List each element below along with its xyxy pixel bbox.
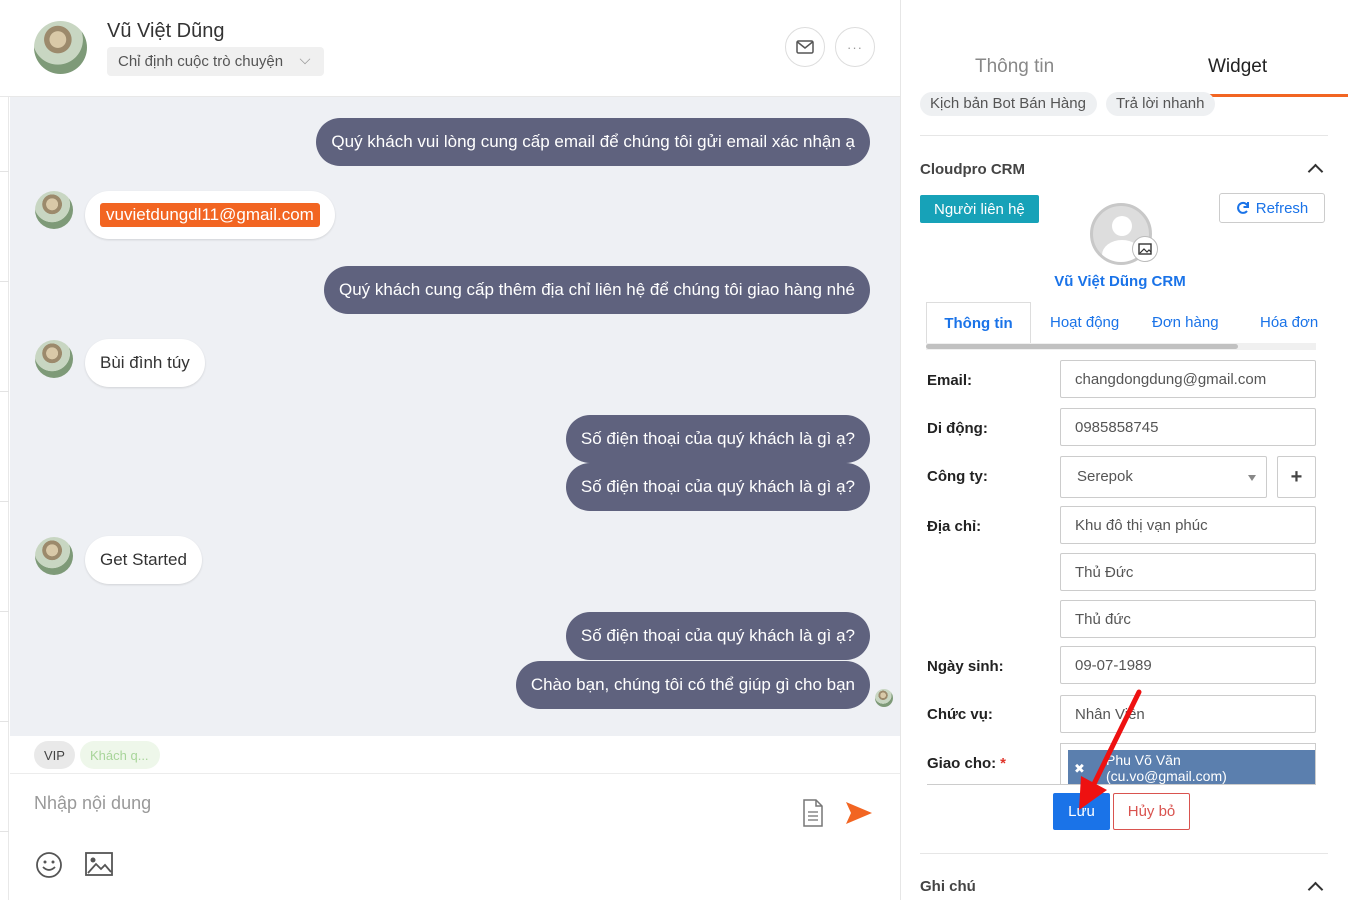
position-label: Chức vụ: (927, 706, 993, 723)
image-icon[interactable] (85, 852, 113, 881)
position-field[interactable]: Nhân Viên (1060, 695, 1316, 733)
chip-bot-script[interactable]: Kịch bản Bot Bán Hàng (920, 92, 1097, 116)
assignee-email: (cu.vo@gmail.com) (1106, 768, 1227, 784)
contact-name: Vũ Việt Dũng (107, 20, 225, 42)
email-highlight[interactable]: vuvietdungdl11@gmail.com (100, 203, 320, 227)
message-outgoing: Số điện thoại của quý khách là gì ạ? (565, 463, 870, 511)
camera-icon[interactable] (1132, 236, 1158, 262)
panel-tabs: Thông tin Widget (901, 0, 1348, 97)
crm-widget: Người liên hệ Refresh Vũ Việt Dũng CRM T… (920, 193, 1330, 846)
emoji-icon[interactable] (35, 851, 63, 884)
email-label: Email: (927, 372, 973, 389)
message-outgoing: Quý khách cung cấp thêm địa chỉ liên hệ … (323, 266, 870, 314)
right-panel: Thông tin Widget Kịch bản Bot Bán Hàng T… (901, 0, 1348, 900)
chip-quick-reply[interactable]: Trả lời nhanh (1106, 92, 1215, 116)
mobile-label: Di động: (927, 420, 988, 437)
address-line3-field[interactable]: Thủ đức (1060, 600, 1316, 638)
company-value: Serepok (1077, 468, 1133, 485)
email-button[interactable] (785, 27, 825, 67)
company-label: Công ty: (927, 468, 988, 485)
message-composer (10, 775, 900, 900)
document-icon[interactable] (802, 799, 824, 832)
crm-tab-invoices[interactable]: Hóa đơn (1260, 302, 1318, 344)
divider (927, 784, 1316, 785)
company-select[interactable]: Serepok (1060, 456, 1267, 498)
crm-tabs-scrollbar[interactable] (926, 343, 1316, 350)
message-incoming: Get Started (85, 536, 202, 584)
more-options-button[interactable]: ··· (835, 27, 875, 67)
chevron-up-icon[interactable] (1307, 163, 1324, 180)
more-dots-icon: ··· (847, 39, 863, 55)
mobile-field[interactable]: 0985858745 (1060, 408, 1316, 446)
message-list[interactable]: Quý khách vui lòng cung cấp email để chú… (10, 97, 900, 736)
assignee-chip[interactable]: ✖ Phu Võ Văn (cu.vo@gmail.com) (1068, 750, 1315, 785)
dropdown-arrow-icon (1248, 475, 1256, 481)
chat-pane: Vũ Việt Dũng Chỉ định cuộc trò chuyện ··… (0, 0, 901, 900)
plus-icon: + (1290, 465, 1303, 488)
message-outgoing: Quý khách vui lòng cung cấp email để chú… (316, 118, 870, 166)
divider (920, 853, 1328, 854)
chat-header: Vũ Việt Dũng Chỉ định cuộc trò chuyện ··… (0, 0, 900, 97)
contact-type-badge: Người liên hệ (920, 195, 1039, 223)
remove-icon[interactable]: ✖ (1074, 761, 1085, 777)
message-outgoing: Chào bạn, chúng tôi có thể giúp gì cho b… (515, 661, 870, 709)
assign-conversation-select[interactable]: Chỉ định cuộc trò chuyện (107, 47, 324, 76)
customer-avatar (35, 340, 73, 378)
tag-customer[interactable]: Khách q... (80, 741, 160, 769)
crm-tab-info[interactable]: Thông tin (926, 302, 1031, 344)
crm-tab-orders[interactable]: Đơn hàng (1152, 302, 1219, 344)
contact-avatar[interactable] (34, 21, 87, 74)
assignee-field[interactable]: ✖ Phu Võ Văn (cu.vo@gmail.com) (1060, 743, 1316, 785)
add-company-button[interactable]: + (1277, 456, 1316, 498)
assign-conversation-label: Chỉ định cuộc trò chuyện (118, 53, 284, 70)
refresh-button[interactable]: Refresh (1219, 193, 1325, 223)
crm-tab-activity[interactable]: Hoạt động (1050, 302, 1119, 344)
left-edge-strip (0, 96, 9, 900)
email-field[interactable]: changdongdung@gmail.com (1060, 360, 1316, 398)
crm-section-title[interactable]: Cloudpro CRM (920, 161, 1025, 178)
address-line1-field[interactable]: Khu đô thị vạn phúc (1060, 506, 1316, 544)
address-label: Địa chỉ: (927, 518, 982, 535)
birthday-label: Ngày sinh: (927, 658, 1004, 675)
cancel-button[interactable]: Hủy bỏ (1113, 793, 1190, 830)
agent-avatar (875, 689, 893, 707)
chevron-up-icon[interactable] (1307, 881, 1324, 898)
required-marker: * (1000, 755, 1007, 772)
tab-widget[interactable]: Widget (1208, 56, 1267, 78)
refresh-label: Refresh (1255, 199, 1309, 217)
message-input[interactable] (34, 793, 774, 814)
crm-inner-tabs: Thông tin Hoạt động Đơn hàng Hóa đơn (926, 302, 1318, 344)
message-outgoing: Số điện thoại của quý khách là gì ạ? (565, 415, 870, 463)
refresh-icon (1236, 201, 1249, 214)
chevron-down-icon (299, 53, 311, 65)
assignee-label: Giao cho: * (927, 755, 1006, 772)
birthday-field[interactable]: 09-07-1989 (1060, 646, 1316, 684)
envelope-icon (796, 40, 814, 54)
assignee-label-text: Giao cho: (927, 755, 997, 772)
save-button[interactable]: Lưu (1053, 793, 1110, 830)
divider (920, 135, 1328, 136)
tag-vip[interactable]: VIP (34, 741, 75, 769)
message-incoming: vuvietdungdl11@gmail.com (85, 191, 335, 239)
crm-contact-name[interactable]: Vũ Việt Dũng CRM (920, 273, 1320, 290)
tab-info[interactable]: Thông tin (975, 56, 1054, 78)
assignee-name: Phu Võ Văn (1106, 752, 1181, 768)
send-icon[interactable] (845, 801, 873, 830)
customer-avatar (35, 537, 73, 575)
message-outgoing: Số điện thoại của quý khách là gì ạ? (565, 612, 870, 660)
customer-avatar (35, 191, 73, 229)
conversation-tags: VIP Khách q... (10, 736, 900, 774)
address-line2-field[interactable]: Thủ Đức (1060, 553, 1316, 591)
message-incoming: Bùi đình túy (85, 339, 205, 387)
notes-section-title[interactable]: Ghi chú (920, 878, 976, 895)
